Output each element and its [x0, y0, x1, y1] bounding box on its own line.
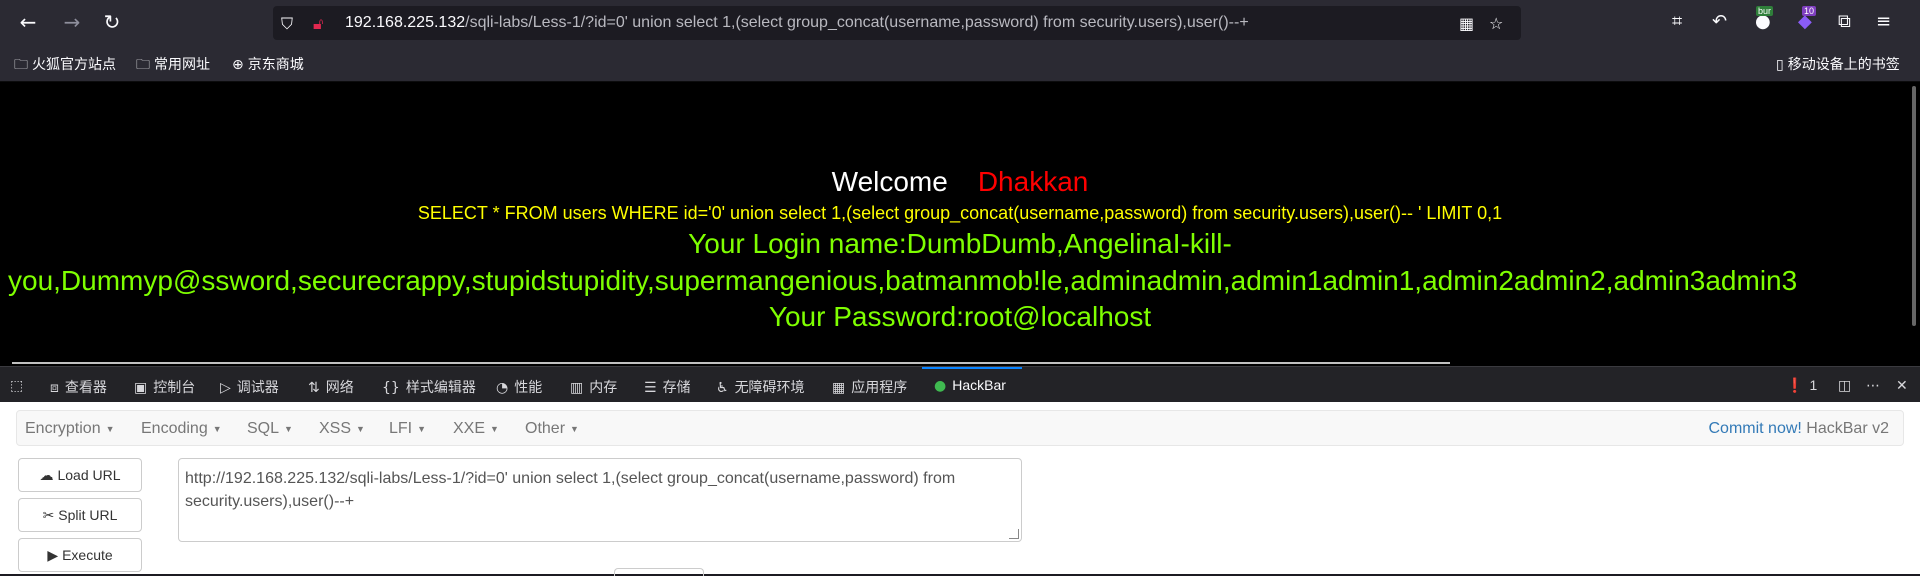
password-text: Your Password:root@localhost — [768, 301, 1152, 332]
tab-storage[interactable]: ☰ 存储 — [644, 377, 691, 397]
execute-button[interactable]: ▶ Execute — [18, 538, 142, 572]
forward-icon[interactable]: → — [60, 10, 84, 34]
commit-link[interactable]: Commit now! — [1708, 420, 1801, 437]
tab-network[interactable]: ⇅ 网络 — [308, 377, 354, 397]
tab-inspector[interactable]: ⧈ 查看器 — [50, 377, 107, 397]
network-icon: ⇅ — [308, 380, 320, 396]
page-scrollbar[interactable] — [1908, 82, 1920, 366]
shield-icon[interactable]: ⛉ — [281, 14, 293, 34]
play-icon: ▶ — [47, 548, 59, 564]
menu-lfi[interactable]: LFI ▼ — [389, 420, 426, 438]
crop-icon[interactable]: ⌗ — [1672, 11, 1682, 32]
tab-accessibility[interactable]: ♿︎ 无障碍环境 — [716, 377, 805, 397]
bookmark-item[interactable]: 🗀 火狐官方站点 — [14, 54, 116, 78]
horizontal-rule — [12, 362, 1450, 364]
address-bar[interactable]: ⛉ 🔓︎ 192.168.225.132/sqli-labs/Less-1/?i… — [273, 6, 1521, 40]
insecure-lock-icon[interactable]: 🔓︎ — [313, 14, 323, 34]
hackbar-panel: Encryption ▼ Encoding ▼ SQL ▼ XSS ▼ LFI ▼ XXE… — [0, 402, 1920, 576]
active-tab-indicator — [922, 367, 1022, 369]
menu-icon[interactable]: ≡ — [1876, 11, 1891, 32]
page-content: Welcome Dhakkan SELECT * FROM users WHERE… — [0, 82, 1920, 366]
more-options-icon[interactable]: ⋯ — [1866, 377, 1886, 394]
mobile-icon: ▯ — [1776, 57, 1784, 73]
welcome-heading: Welcome Dhakkan — [831, 166, 1089, 197]
inspector-icon: ⧈ — [50, 380, 59, 396]
menu-encryption[interactable]: Encryption ▼ — [25, 420, 115, 438]
grid-icon: ▦ — [832, 380, 846, 396]
qr-code-icon[interactable]: ▦ — [1459, 14, 1474, 33]
scissors-icon: ✂ — [42, 508, 55, 524]
tab-style-editor[interactable]: {} 样式编辑器 — [382, 377, 476, 397]
debugger-icon: ▷ — [220, 380, 231, 396]
reload-icon[interactable]: ↻ — [100, 10, 124, 34]
globe-icon: ⊕ — [232, 57, 244, 73]
bookmark-item[interactable]: ⊕ 京东商城 — [232, 54, 304, 74]
commit-text: Commit now! HackBar v2 — [1708, 420, 1889, 437]
folder-icon: 🗀 — [14, 57, 28, 73]
menu-sql[interactable]: SQL ▼ — [247, 420, 293, 438]
resize-handle[interactable] — [1009, 529, 1019, 539]
bookmark-star-icon[interactable]: ☆ — [1489, 14, 1503, 33]
url-textarea[interactable]: http://192.168.225.132/sqli-labs/Less-1/… — [178, 458, 1022, 542]
login-name-line2: you,Dummyp@ssword,securecrappy,stupidstu… — [8, 265, 1798, 296]
error-count[interactable]: ❗ 1 — [1786, 377, 1817, 394]
hackbar-icon: ● — [934, 378, 947, 394]
tab-hackbar[interactable]: ● HackBar — [934, 377, 1006, 394]
browser-toolbar: ← → ↻ ⛉ 🔓︎ 192.168.225.132/sqli-labs/Les… — [0, 0, 1920, 44]
split-url-button[interactable]: ✂ Split URL — [18, 498, 142, 532]
close-icon[interactable]: ✕ — [1896, 377, 1914, 394]
load-url-button[interactable]: ☁ Load URL — [18, 458, 142, 492]
extension-badge: 10 — [1802, 6, 1817, 16]
storage-icon: ☰ — [644, 380, 657, 396]
braces-icon: {} — [382, 380, 400, 396]
gauge-icon: ◔ — [496, 380, 509, 396]
tab-memory[interactable]: ▥ 内存 — [570, 377, 617, 397]
bookmarks-bar: 🗀 火狐官方站点 🗀 常用网址 ⊕ 京东商城 ▯ 移动设备上的书签 — [0, 44, 1920, 82]
console-icon: ▣ — [134, 380, 148, 396]
tab-performance[interactable]: ◔ 性能 — [496, 377, 542, 397]
sql-query-text: SELECT * FROM users WHERE id='0' union s… — [417, 203, 1503, 223]
back-icon[interactable]: ← — [16, 10, 40, 34]
tab-application[interactable]: ▦ 应用程序 — [832, 377, 907, 397]
devtools-tabbar: ⬚ ⧈ 查看器 ▣ 控制台 ▷ 调试器 ⇅ 网络 {} 样式编辑器 ◔ 性能 ▥ 内存 ☰ 存储… — [0, 366, 1920, 402]
hackbar-bottom-control[interactable] — [614, 568, 704, 576]
menu-xss[interactable]: XSS ▼ — [319, 420, 365, 438]
tab-console[interactable]: ▣ 控制台 — [134, 377, 195, 397]
mobile-bookmarks[interactable]: ▯ 移动设备上的书签 — [1776, 54, 1900, 74]
burp-badge: bur — [1756, 6, 1774, 16]
login-name-line1: Your Login name:DumbDumb,AngelinaI-kill- — [688, 228, 1232, 259]
folder-icon: 🗀 — [136, 57, 150, 73]
cloud-download-icon: ☁ — [39, 468, 54, 484]
menu-other[interactable]: Other ▼ — [525, 420, 579, 438]
url-text[interactable]: 192.168.225.132/sqli-labs/Less-1/?id=0' … — [345, 14, 1249, 32]
puzzle-extensions-icon[interactable]: ⧉ — [1838, 11, 1851, 32]
dock-icon[interactable]: ◫ — [1838, 377, 1857, 394]
error-icon: ❗ — [1786, 378, 1804, 394]
menu-encoding[interactable]: Encoding ▼ — [141, 420, 222, 438]
tab-debugger[interactable]: ▷ 调试器 — [220, 377, 279, 397]
undo-icon[interactable]: ↶ — [1712, 11, 1727, 32]
menu-xxe[interactable]: XXE ▼ — [453, 420, 499, 438]
memory-icon: ▥ — [570, 380, 584, 396]
hackbar-menu: Encryption ▼ Encoding ▼ SQL ▼ XSS ▼ LFI ▼ XXE… — [16, 410, 1904, 446]
bookmark-item[interactable]: 🗀 常用网址 — [136, 54, 210, 78]
element-picker-icon[interactable]: ⬚ — [10, 377, 29, 394]
accessibility-icon: ♿︎ — [716, 380, 729, 396]
